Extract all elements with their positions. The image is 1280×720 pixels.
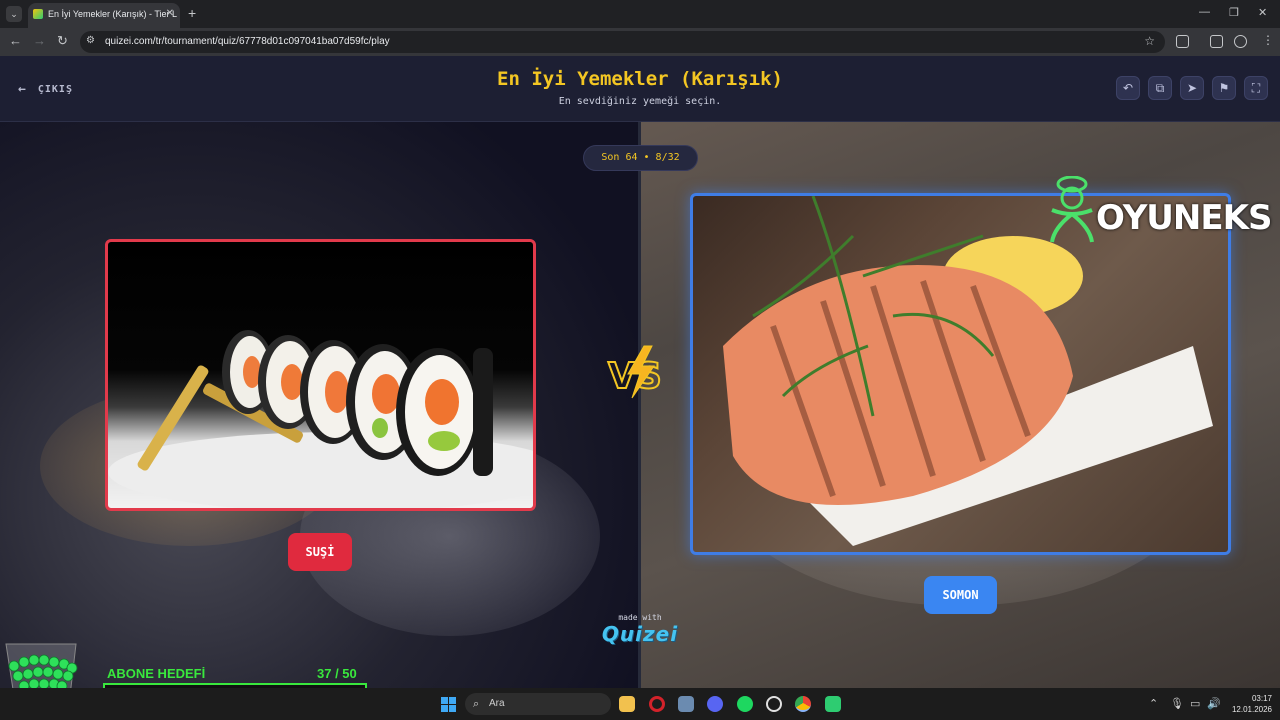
minimize-icon[interactable]: —: [1199, 6, 1210, 18]
microphone-icon[interactable]: 🎙: [1170, 697, 1184, 710]
restore-icon[interactable]: ❐: [1229, 6, 1239, 19]
media-icon[interactable]: [1210, 35, 1223, 48]
tab-title: En İyi Yemekler (Karışık) - Tier L: [48, 9, 178, 19]
taskbar-clock[interactable]: 03:17 12.01.2026: [1226, 693, 1272, 715]
close-tab-icon[interactable]: ✕: [166, 3, 174, 25]
browser-tab[interactable]: En İyi Yemekler (Karışık) - Tier L ✕: [28, 3, 180, 28]
made-with-label: made with: [618, 613, 662, 622]
share-send-icon[interactable]: ➤: [1180, 76, 1204, 100]
clock-time: 03:17: [1251, 694, 1272, 703]
bookmark-star-icon[interactable]: ☆: [1144, 34, 1155, 48]
obs-icon[interactable]: [766, 696, 782, 712]
chrome-icon[interactable]: [795, 696, 811, 712]
windows-start-icon[interactable]: [441, 697, 456, 712]
quizei-logo[interactable]: Quizei: [596, 622, 684, 646]
steam-like-app-icon[interactable]: [678, 696, 694, 712]
browser-tab-strip: ⌄ En İyi Yemekler (Karışık) - Tier L ✕ +…: [0, 0, 1280, 28]
display-icon[interactable]: ▭: [1190, 697, 1200, 710]
subscriber-goal-label: ABONE HEDEFİ: [107, 666, 206, 681]
versus-icon: VS: [607, 345, 663, 399]
tab-search-icon[interactable]: ⌄: [6, 6, 22, 22]
oyuneks-watermark: OYUNEKS: [1096, 198, 1272, 238]
clock-date: 12.01.2026: [1231, 705, 1272, 714]
quiz-page: ← ÇIKIŞ En İyi Yemekler (Karışık) En sev…: [0, 56, 1280, 688]
discord-icon[interactable]: [707, 696, 723, 712]
browser-toolbar: ← → ↻ ⚙ quizei.com/tr/tournament/quiz/67…: [0, 28, 1280, 56]
fullscreen-icon[interactable]: ⛶: [1244, 76, 1268, 100]
spotify-icon[interactable]: [737, 696, 753, 712]
round-indicator: Son 64 • 8/32: [583, 145, 698, 171]
copy-icon[interactable]: ⧉: [1148, 76, 1172, 100]
menu-icon[interactable]: ⋮: [1262, 33, 1274, 47]
center-divider: [638, 122, 641, 688]
forward-icon[interactable]: →: [33, 33, 46, 48]
quizei-favicon-icon: [33, 9, 43, 19]
site-info-icon[interactable]: ⚙: [86, 35, 95, 46]
search-icon: ⌕: [473, 698, 480, 710]
address-bar[interactable]: ⚙ quizei.com/tr/tournament/quiz/67778d01…: [80, 31, 1165, 53]
quiz-subtitle: En sevdiğiniz yemeği seçin.: [558, 96, 722, 107]
windows-taskbar: ⌕ Ara ⌃ 🎙 ▭ 🔊 03:17 12.01.2026: [0, 688, 1280, 720]
tray-overflow-icon[interactable]: ⌃: [1149, 697, 1158, 710]
extensions-icon[interactable]: [1176, 35, 1189, 48]
option-left-image[interactable]: [105, 239, 536, 511]
flag-icon[interactable]: ⚑: [1212, 76, 1236, 100]
file-explorer-icon[interactable]: [619, 696, 635, 712]
new-tab-icon[interactable]: +: [188, 5, 196, 21]
option-right-image[interactable]: [690, 193, 1231, 555]
quiz-title: En İyi Yemekler (Karışık): [497, 68, 783, 90]
subscriber-goal-count: 37 / 50: [317, 666, 357, 681]
profile-icon[interactable]: [1234, 35, 1247, 48]
quiz-header: ← ÇIKIŞ En İyi Yemekler (Karışık) En sev…: [0, 56, 1280, 122]
option-left-button[interactable]: SUŞİ: [288, 533, 352, 571]
taskbar-search[interactable]: ⌕ Ara: [465, 693, 611, 715]
salmon-illustration: [723, 196, 1213, 546]
opera-icon[interactable]: [649, 696, 665, 712]
taskbar-search-placeholder: Ara: [489, 698, 505, 709]
green-app-icon[interactable]: [825, 696, 841, 712]
close-window-icon[interactable]: ✕: [1258, 6, 1267, 19]
url-text: quizei.com/tr/tournament/quiz/67778d01c0…: [105, 36, 390, 47]
sushi-illustration: [108, 330, 533, 508]
back-icon[interactable]: ←: [9, 33, 22, 48]
volume-icon[interactable]: 🔊: [1207, 697, 1221, 710]
option-right-button[interactable]: SOMON: [924, 576, 997, 614]
reload-icon[interactable]: ↻: [57, 33, 68, 49]
undo-icon[interactable]: ↶: [1116, 76, 1140, 100]
